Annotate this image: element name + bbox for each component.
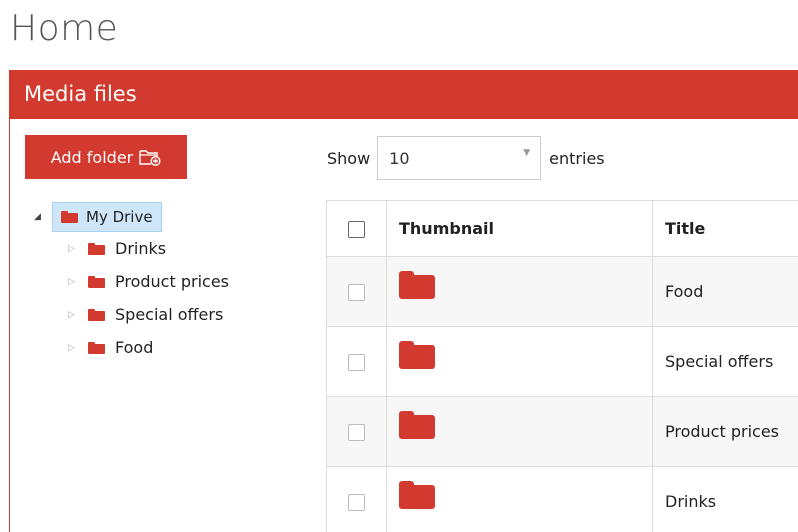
tree-node-text: Special offers <box>115 305 224 324</box>
folder-icon <box>88 308 105 321</box>
row-checkbox[interactable] <box>348 354 365 371</box>
tree-node-label[interactable]: Special offers <box>88 305 223 324</box>
row-checkbox-cell <box>326 396 387 467</box>
row-checkbox-cell <box>326 256 387 327</box>
folder-icon <box>61 211 78 223</box>
page-title: Home <box>10 8 119 49</box>
tree-node-text: Drinks <box>115 239 167 258</box>
table-row[interactable]: Drinks <box>326 466 798 532</box>
thumbnail-cell <box>386 396 653 467</box>
folder-plus-icon <box>139 148 161 166</box>
table-row[interactable]: Product prices <box>326 396 798 467</box>
entries-select-value: 10 <box>389 148 410 168</box>
row-checkbox[interactable] <box>348 494 365 511</box>
row-checkbox-cell <box>326 466 387 532</box>
tree-node-special-offers[interactable]: ▷ Special offers <box>56 298 229 331</box>
column-header-title[interactable]: Title <box>652 200 798 257</box>
tree-node-food[interactable]: ▷ Food <box>56 331 229 364</box>
folder-icon <box>88 341 105 354</box>
tree-node-my-drive[interactable]: ◢ My Drive <box>30 202 229 232</box>
folder-icon <box>399 270 435 299</box>
folder-tree: ◢ My Drive ▷ Drinks ▷ Product prices ▷ S… <box>30 202 229 364</box>
thumbnail-cell <box>386 466 653 532</box>
row-checkbox[interactable] <box>348 424 365 441</box>
collapse-toggle-icon[interactable]: ▷ <box>56 343 88 353</box>
tree-node-text: My Drive <box>86 208 153 226</box>
title-cell: Product prices <box>652 396 798 467</box>
media-files-panel: Media files Add folder ◢ My Drive ▷ Drin… <box>9 70 798 532</box>
tree-node-product-prices[interactable]: ▷ Product prices <box>56 265 229 298</box>
select-all-cell <box>326 200 387 257</box>
collapse-toggle-icon[interactable]: ▷ <box>56 277 88 287</box>
expand-toggle-icon[interactable]: ◢ <box>30 212 52 222</box>
tree-node-text: Food <box>115 338 154 357</box>
folder-icon <box>88 275 105 288</box>
table-row[interactable]: Food <box>326 256 798 327</box>
column-header-thumbnail[interactable]: Thumbnail <box>386 200 653 257</box>
tree-node-label[interactable]: Drinks <box>88 239 166 258</box>
folder-icon <box>399 480 435 509</box>
tree-node-text: Product prices <box>115 272 229 291</box>
add-folder-label: Add folder <box>50 147 134 167</box>
table-header-row: Thumbnail Title <box>326 200 798 257</box>
folder-icon <box>399 340 435 369</box>
chevron-down-icon: ▼ <box>523 148 531 158</box>
show-label: Show <box>327 148 371 168</box>
title-cell: Food <box>652 256 798 327</box>
folder-icon <box>88 242 105 255</box>
collapse-toggle-icon[interactable]: ▷ <box>56 244 88 254</box>
entries-label: entries <box>549 148 605 168</box>
entries-select[interactable]: 10 ▼ <box>377 136 542 180</box>
thumbnail-cell <box>386 326 653 397</box>
collapse-toggle-icon[interactable]: ▷ <box>56 310 88 320</box>
table-row[interactable]: Special offers <box>326 326 798 397</box>
tree-node-drinks[interactable]: ▷ Drinks <box>56 232 229 265</box>
entries-length-control: Show 10 ▼ entries <box>327 136 605 180</box>
panel-header-title: Media files <box>10 70 798 119</box>
title-cell: Drinks <box>652 466 798 532</box>
thumbnail-cell <box>386 256 653 327</box>
row-checkbox-cell <box>326 326 387 397</box>
media-files-table: Thumbnail Title Food Special offers Prod… <box>326 200 798 532</box>
tree-children: ▷ Drinks ▷ Product prices ▷ Special offe… <box>56 232 229 364</box>
tree-node-label-selected[interactable]: My Drive <box>52 202 162 232</box>
select-all-checkbox[interactable] <box>348 221 365 238</box>
tree-node-label[interactable]: Food <box>88 338 153 357</box>
add-folder-button[interactable]: Add folder <box>25 135 187 179</box>
folder-icon <box>399 410 435 439</box>
title-cell: Special offers <box>652 326 798 397</box>
tree-node-label[interactable]: Product prices <box>88 272 229 291</box>
row-checkbox[interactable] <box>348 284 365 301</box>
